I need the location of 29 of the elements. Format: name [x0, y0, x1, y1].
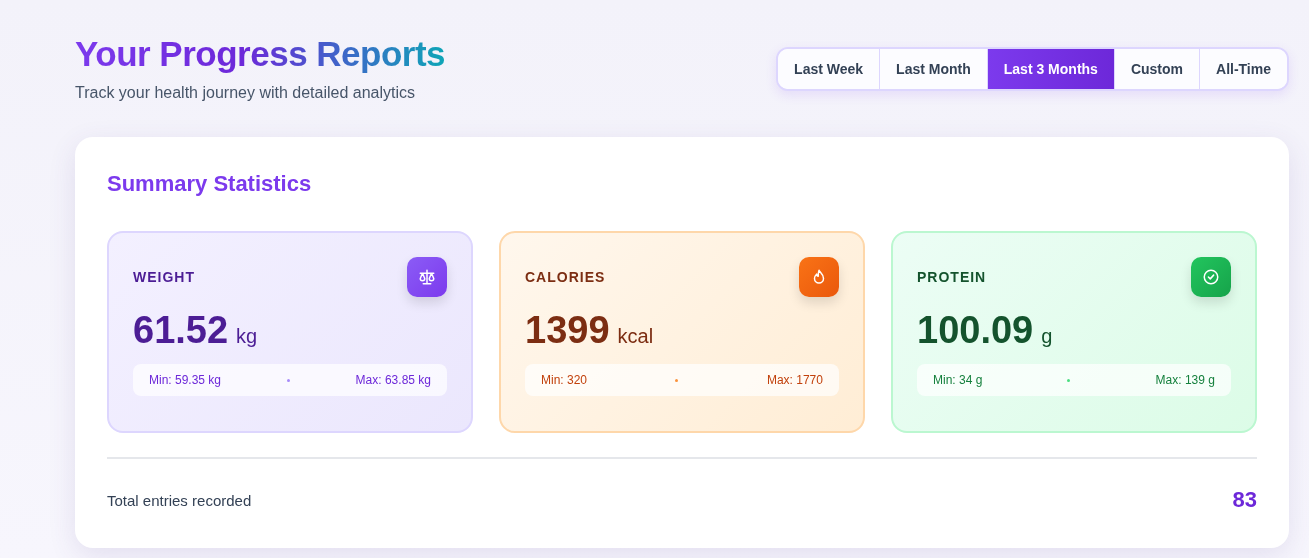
scale-icon	[407, 257, 447, 297]
min-value: Min: 59.35 kg	[149, 373, 222, 387]
stat-value: 1399	[525, 309, 610, 352]
stat-value: 61.52	[133, 309, 229, 352]
range-tab[interactable]: Last Month	[880, 49, 988, 89]
flame-icon	[799, 257, 839, 297]
range-tab[interactable]: Custom	[1114, 49, 1200, 89]
stat-label: PROTEIN	[917, 269, 987, 285]
stat-label: WEIGHT	[133, 269, 195, 285]
min-value: Min: 320	[541, 373, 588, 387]
stat-unit: kg	[236, 325, 258, 348]
section-title: Summary Statistics	[107, 171, 313, 197]
max-value: Max: 139 g	[1155, 373, 1215, 387]
separator-dot	[675, 378, 679, 382]
total-value: 83	[1232, 487, 1257, 513]
stat-unit: kcal	[617, 325, 654, 348]
page-subtitle: Track your health journey with detailed analytics	[75, 84, 417, 102]
range-tab[interactable]: All-Time	[1200, 49, 1287, 89]
total-label: Total entries recorded	[107, 491, 252, 509]
min-value: Min: 34 g	[933, 373, 983, 387]
range-tab[interactable]: Last Week	[778, 49, 881, 89]
separator-dot	[1067, 378, 1071, 382]
stat-value: 100.09	[917, 309, 1034, 352]
stat-unit: g	[1041, 325, 1053, 348]
stat-label: CALORIES	[525, 269, 606, 285]
range-tab[interactable]: Last 3 Months	[987, 49, 1115, 89]
max-value: Max: 1770	[766, 373, 823, 387]
max-value: Max: 63.85 kg	[355, 373, 431, 387]
separator-dot	[286, 378, 290, 382]
